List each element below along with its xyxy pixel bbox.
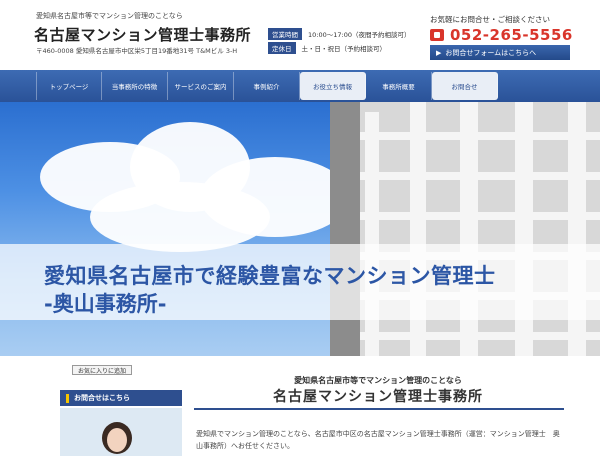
- phone-icon: [430, 29, 444, 41]
- sidebar-contact-heading[interactable]: お問合せはこちら: [60, 390, 182, 406]
- nav-item-contact[interactable]: お問合せ: [432, 72, 498, 100]
- site-header: 愛知県名古屋市等でマンション管理のことなら 名古屋マンション管理士事務所 〒46…: [0, 0, 600, 70]
- closed-days-row: 定休日 土・日・祝日（予約相談可）: [268, 42, 386, 54]
- contact-form-button[interactable]: ▶ お問合せフォームはこちらへ: [430, 45, 570, 60]
- add-bookmark-button[interactable]: お気に入りに追加: [72, 365, 132, 375]
- heading-marker-icon: [66, 393, 69, 403]
- nav-item-office-profile[interactable]: 事務所概要: [366, 72, 432, 100]
- nav-item-services[interactable]: サービスのご案内: [168, 72, 234, 100]
- main-title: 名古屋マンション管理士事務所: [273, 389, 483, 405]
- sidebar-contact-heading-label: お問合せはこちら: [74, 394, 130, 402]
- nav-item-useful-info[interactable]: お役立ち情報: [300, 72, 366, 100]
- staff-photo: [60, 408, 182, 456]
- title-divider: [194, 408, 564, 410]
- nav-item-cases[interactable]: 事例紹介: [234, 72, 300, 100]
- closed-days-value: 土・日・祝日（予約相談可）: [301, 45, 387, 53]
- business-hours-label: 営業時間: [268, 28, 302, 40]
- office-address: 〒460-0008 愛知県名古屋市中区栄5丁目19番地31号 T&Mビル 3-H: [36, 47, 238, 55]
- nav-item-features[interactable]: 当事務所の特徴: [102, 72, 168, 100]
- hero-banner: 愛知県名古屋市で経験豊富なマンション管理士 -奥山事務所-: [0, 102, 600, 356]
- arrow-right-icon: ▶: [436, 48, 442, 57]
- site-title[interactable]: 名古屋マンション管理士事務所: [34, 24, 251, 45]
- phone-contact[interactable]: 052-265-5556: [430, 26, 573, 44]
- cloud-shape: [90, 182, 270, 252]
- contact-lead-text: お気軽にお問合せ・ご相談ください: [430, 15, 550, 24]
- business-hours-row: 営業時間 10:00～17:00（夜間予約相談可）: [268, 28, 410, 40]
- intro-paragraph: 愛知県でマンション管理のことなら、名古屋市中区の名古屋マンション管理士事務所（運…: [196, 430, 560, 450]
- hero-subheadline: -奥山事務所-: [44, 292, 167, 316]
- nav-item-top[interactable]: トップページ: [36, 72, 102, 100]
- contact-form-label: お問合せフォームはこちらへ: [445, 48, 537, 57]
- phone-number[interactable]: 052-265-5556: [450, 26, 573, 44]
- closed-days-label: 定休日: [268, 42, 296, 54]
- hero-headline: 愛知県名古屋市で経験豊富なマンション管理士: [44, 264, 496, 288]
- main-subtitle: 愛知県名古屋市等でマンション管理のことなら: [294, 376, 462, 385]
- site-tagline: 愛知県名古屋市等でマンション管理のことなら: [36, 12, 183, 20]
- person-face: [107, 428, 127, 452]
- global-nav: トップページ 当事務所の特徴 サービスのご案内 事例紹介 お役立ち情報 事務所概…: [0, 70, 600, 102]
- business-hours-value: 10:00～17:00（夜間予約相談可）: [308, 31, 411, 39]
